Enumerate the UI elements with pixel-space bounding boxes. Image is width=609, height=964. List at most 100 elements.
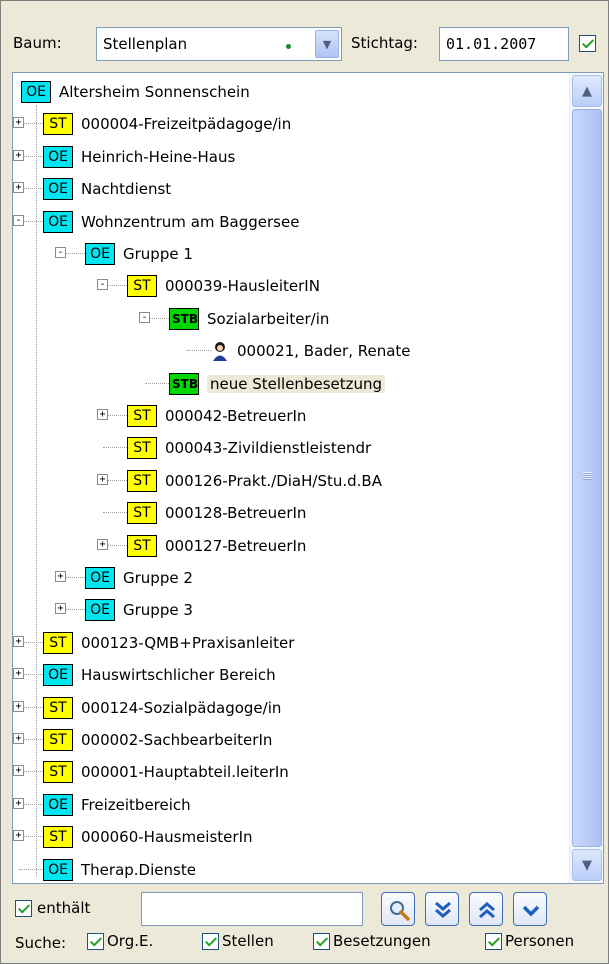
filter-org-label: Org.E. (107, 932, 154, 950)
expand-icon[interactable]: + (13, 668, 24, 680)
date-label: Stichtag: (351, 34, 418, 52)
expand-icon[interactable]: + (13, 182, 24, 194)
expand-icon[interactable]: + (13, 700, 24, 712)
expand-icon[interactable]: + (97, 473, 108, 485)
filter-besetzungen-label: Besetzungen (333, 932, 431, 950)
tree-row[interactable]: - STB Sozialarbeiter/in (13, 306, 569, 332)
oe-badge: OE (85, 243, 115, 265)
filter-besetzungen[interactable]: Besetzungen (313, 932, 431, 950)
tree-row[interactable]: + OE Freizeitbereich (13, 792, 569, 818)
date-value: 01.01.2007 (446, 35, 537, 53)
st-badge: ST (43, 696, 73, 719)
filter-personen[interactable]: Personen (485, 932, 574, 950)
stb-badge: STB (169, 307, 199, 330)
filter-stellen-checkbox[interactable] (202, 933, 219, 950)
tree-row-label: Altersheim Sonnenschein (59, 83, 250, 101)
tree-row-label: 000002-SachbearbeiterIn (81, 731, 273, 749)
double-chevron-up-icon (479, 902, 495, 919)
oe-badge: OE (43, 793, 73, 816)
tree-row[interactable]: 000021, Bader, Renate (13, 338, 569, 364)
tree-row[interactable]: + ST 000124-Sozialpädagoge/in (13, 695, 569, 721)
tree-row[interactable]: + OE Heinrich-Heine-Haus (13, 144, 569, 170)
expand-icon[interactable]: + (13, 117, 24, 129)
tree-row[interactable]: + OE Nachtdienst (13, 176, 569, 202)
magnifier-icon (390, 901, 410, 921)
tree-row-label: neue Stellenbesetzung (207, 374, 386, 393)
search-input[interactable] (141, 892, 363, 926)
tree-row[interactable]: + OE Gruppe 2 (13, 565, 569, 591)
top-bar: Baum: Stellenplan ▼ Stichtag: 01.01.2007 (13, 27, 603, 61)
tree-row-label: Freizeitbereich (81, 795, 191, 814)
tree-row-label: Therap.Dienste (81, 860, 196, 879)
expand-icon[interactable]: + (55, 603, 66, 615)
expand-icon[interactable]: + (13, 797, 24, 809)
tree-row[interactable]: ST 000043-Zivildienstleistendr (13, 435, 569, 461)
scroll-up-icon[interactable]: ▲ (572, 75, 602, 107)
tree-row[interactable]: STB neue Stellenbesetzung (13, 371, 569, 397)
contains-checkbox[interactable] (15, 900, 32, 917)
tree-row[interactable]: + ST 000004-Freizeitpädagoge/in (13, 111, 569, 137)
tree-row-label: 000128-BetreuerIn (165, 504, 307, 523)
oe-badge: OE (43, 858, 73, 881)
tree-row[interactable]: + ST 000002-SachbearbeiterIn (13, 727, 569, 753)
tree-row[interactable]: + ST 000001-Hauptabteil.leiterIn (13, 759, 569, 785)
search-button[interactable] (381, 892, 415, 926)
chevron-down-icon[interactable]: ▼ (315, 30, 339, 58)
tree-connector (145, 382, 169, 384)
filter-besetzungen-checkbox[interactable] (313, 933, 330, 950)
tree-select[interactable]: Stellenplan ▼ (96, 27, 342, 61)
collapse-icon[interactable]: - (13, 214, 24, 226)
tree-connector (187, 350, 211, 352)
expand-icon[interactable]: + (55, 571, 66, 582)
collapse-icon[interactable]: - (139, 311, 150, 323)
tree-row[interactable]: + ST 000042-BetreuerIn (13, 403, 569, 429)
scroll-down-icon[interactable]: ▼ (572, 849, 602, 881)
tree-row-label: Gruppe 2 (123, 569, 193, 587)
tree-row-label: 000039-HausleiterIN (165, 277, 320, 296)
scroll-thumb[interactable] (572, 109, 602, 847)
expand-icon[interactable]: + (97, 538, 108, 550)
st-badge: ST (43, 113, 73, 136)
tree-row[interactable]: OE Altersheim Sonnenschein (13, 79, 569, 105)
vertical-scrollbar[interactable]: ▲ ▼ (569, 73, 603, 883)
tree-row[interactable]: + OE Gruppe 3 (13, 597, 569, 623)
tree-row[interactable]: OE Therap.Dienste (13, 857, 569, 883)
tree-row[interactable]: + ST 000060-HausmeisterIn (13, 824, 569, 850)
collapse-icon[interactable]: - (55, 247, 66, 258)
expand-icon[interactable]: + (13, 149, 24, 161)
stb-badge: STB (169, 372, 199, 395)
tree-connector (36, 105, 37, 877)
tree-row[interactable]: + ST 000127-BetreuerIn (13, 533, 569, 559)
prev-match-button[interactable] (469, 892, 503, 926)
tree-row[interactable]: + ST 000126-Prakt./DiaH/Stu.d.BA (13, 468, 569, 494)
filter-stellen[interactable]: Stellen (202, 932, 274, 950)
tree-row[interactable]: - OE Wohnzentrum am Baggersee (13, 209, 569, 235)
tree-row[interactable]: + ST 000123-QMB+Praxisanleiter (13, 630, 569, 656)
date-field[interactable]: 01.01.2007 (439, 27, 569, 61)
tree-row[interactable]: ST 000128-BetreuerIn (13, 500, 569, 526)
expand-icon[interactable]: + (97, 409, 108, 420)
filter-org-checkbox[interactable] (87, 933, 104, 950)
tree-row[interactable]: - OE Gruppe 1 (13, 241, 569, 267)
expand-icon[interactable]: + (13, 765, 24, 777)
oe-badge: OE (21, 81, 51, 103)
tree-connector (19, 868, 43, 870)
st-badge: ST (127, 502, 157, 525)
st-badge: ST (43, 631, 73, 654)
org-tree-panel: Baum: Stellenplan ▼ Stichtag: 01.01.2007… (0, 0, 609, 964)
expand-icon[interactable]: + (13, 733, 24, 744)
expand-icon[interactable]: + (13, 635, 24, 647)
expand-button[interactable] (513, 892, 547, 926)
st-badge: ST (127, 437, 157, 460)
date-checkbox[interactable] (579, 35, 596, 52)
next-match-button[interactable] (425, 892, 459, 926)
st-badge: ST (43, 729, 73, 751)
filter-org[interactable]: Org.E. (87, 932, 153, 950)
tree-row[interactable]: - ST 000039-HausleiterIN (13, 273, 569, 299)
filter-personen-checkbox[interactable] (485, 933, 502, 950)
collapse-icon[interactable]: - (97, 279, 108, 291)
tree-row[interactable]: + OE Hauswirtschlicher Bereich (13, 662, 569, 688)
expand-icon[interactable]: + (13, 830, 24, 842)
st-badge: ST (127, 405, 157, 427)
tree-row-label: 000060-HausmeisterIn (81, 828, 253, 847)
